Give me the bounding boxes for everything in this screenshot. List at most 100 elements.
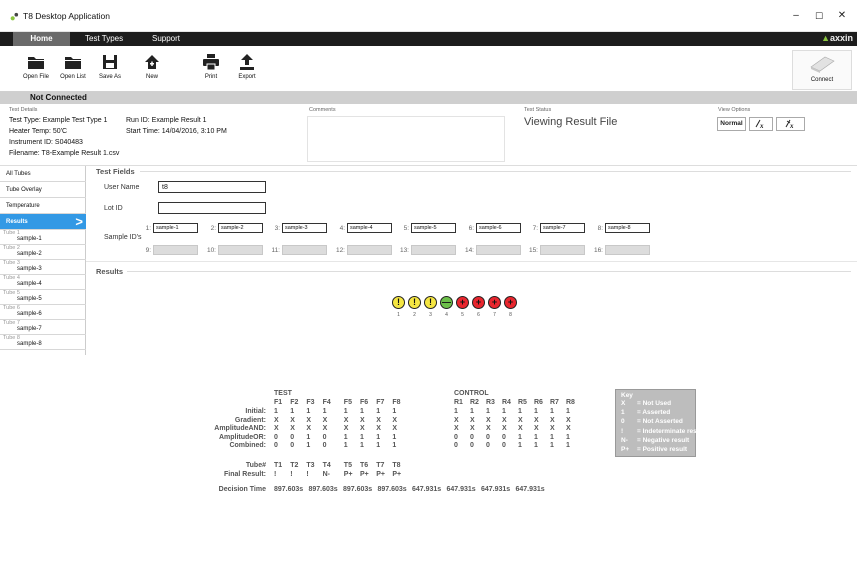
sample-id-13-input[interactable]	[411, 245, 456, 255]
key-symbol: 0	[621, 418, 625, 426]
start-time: Start Time: 14/04/2016, 3:10 PM	[126, 128, 227, 135]
f-cell: X	[392, 416, 398, 424]
tube-result-icon-1[interactable]: !	[392, 296, 405, 309]
key-description: = Not Asserted	[637, 418, 683, 426]
sidebar-item-temperature[interactable]: Temperature	[0, 198, 86, 214]
tube-result-icon-5[interactable]: +	[456, 296, 469, 309]
sidebar-tube-6[interactable]: Tube 6 sample-6	[0, 305, 86, 320]
key-description: = Negative result	[637, 436, 690, 444]
chevron-right-icon: >	[75, 214, 83, 229]
sample-id-num: 8:	[597, 225, 603, 232]
tab-home[interactable]: Home	[13, 32, 70, 46]
sidebar-tube-7[interactable]: Tube 7 sample-7	[0, 320, 86, 335]
f-cell: 0	[322, 433, 327, 441]
sample-id-12-input[interactable]	[347, 245, 392, 255]
sample-id-num: 9:	[145, 247, 151, 254]
tube-result-number: 6	[477, 312, 480, 318]
tube-result-icon-4[interactable]: —	[440, 296, 453, 309]
sample-id-2-input[interactable]: sample-2	[218, 223, 263, 233]
tube-result-icon-7[interactable]: +	[488, 296, 501, 309]
sample-id-5-input[interactable]: sample-5	[411, 223, 456, 233]
close-button[interactable]: ✕	[832, 8, 852, 24]
sidebar-tube-3[interactable]: Tube 3 sample-3	[0, 260, 86, 275]
user-name-input[interactable]	[158, 181, 266, 193]
maximize-button[interactable]: ☐	[809, 8, 829, 24]
key-symbol: 1	[621, 409, 625, 417]
sample-id-4-input[interactable]: sample-4	[347, 223, 392, 233]
sidebar-item-all-tubes[interactable]: All Tubes	[0, 166, 86, 182]
sidebar-tube-2[interactable]: Tube 2 sample-2	[0, 245, 86, 260]
sidebar-tube-5[interactable]: Tube 5 sample-5	[0, 290, 86, 305]
final-result-cell: N-	[322, 471, 330, 478]
tube-sample: sample-5	[17, 296, 42, 302]
view-derivative-button[interactable]: x	[749, 117, 773, 131]
f-column-header: F2	[290, 399, 299, 406]
r-cell: X	[550, 416, 555, 424]
f-cell: X	[343, 425, 349, 432]
sample-id-10-input[interactable]	[218, 245, 263, 255]
sample-id-num: 1:	[145, 225, 151, 232]
t-column-header: T7	[376, 462, 385, 469]
tube-result-number: 2	[413, 312, 416, 318]
tube-result-icon-8[interactable]: +	[504, 296, 517, 309]
minimize-button[interactable]: –	[786, 8, 806, 24]
lot-id-input[interactable]	[158, 202, 266, 214]
sidebar-tube-4[interactable]: Tube 4 sample-4	[0, 275, 86, 290]
f-cell: 0	[322, 442, 327, 449]
f-cell: X	[290, 416, 295, 424]
sidebar-item-results[interactable]: Results >	[0, 214, 86, 230]
app-icon	[10, 12, 19, 21]
print-button[interactable]: Print	[193, 50, 229, 90]
open-list-button[interactable]: Open List	[55, 50, 91, 90]
sample-id-16-input[interactable]	[605, 245, 650, 255]
r-cell: 0	[502, 442, 506, 449]
run-id: Run ID: Example Result 1	[126, 117, 207, 124]
sample-id-7-input[interactable]: sample-7	[540, 223, 585, 233]
tube-result-number: 3	[429, 312, 432, 318]
f-cell: 0	[290, 442, 295, 449]
tab-test-types[interactable]: Test Types	[75, 32, 133, 46]
tube-result-icon-3[interactable]: !	[424, 296, 437, 309]
sidebar-tube-8[interactable]: Tube 8 sample-8	[0, 335, 86, 350]
control-header: CONTROL	[454, 390, 489, 397]
sample-id-11-input[interactable]	[282, 245, 327, 255]
tube-result-icon-2[interactable]: !	[408, 296, 421, 309]
r-cell: 1	[518, 442, 522, 449]
view-second-derivative-button[interactable]: x	[776, 117, 805, 131]
f-cell: 1	[392, 408, 397, 415]
tube-result-icon-6[interactable]: +	[472, 296, 485, 309]
open-file-button[interactable]: Open File	[18, 50, 54, 90]
export-icon	[240, 54, 254, 70]
view-normal-button[interactable]: Normal	[717, 117, 746, 131]
sample-id-15-input[interactable]	[540, 245, 585, 255]
connect-button[interactable]: Connect	[792, 50, 852, 90]
sample-id-9-input[interactable]	[153, 245, 198, 255]
r-column-header: R1	[454, 399, 463, 406]
key-item: ! = Indeterminate result	[621, 428, 705, 435]
sample-id-14-input[interactable]	[476, 245, 521, 255]
f-cell: X	[392, 425, 398, 432]
sidebar-item-tube-overlay[interactable]: Tube Overlay	[0, 182, 86, 198]
sample-id-6-input[interactable]: sample-6	[476, 223, 521, 233]
decision-time-cell: 647.931s	[515, 486, 545, 493]
sample-id-1-input[interactable]: sample-1	[153, 223, 198, 233]
final-result-cell: !	[290, 471, 293, 478]
f-cell: 1	[360, 433, 364, 441]
f-cell: X	[376, 416, 381, 424]
final-result-cell: P+	[343, 471, 353, 478]
sidebar-tube-1[interactable]: Tube 1 sample-1	[0, 230, 86, 245]
sample-id-num: 14:	[464, 247, 474, 254]
f-cell: 0	[290, 433, 295, 441]
save-as-button[interactable]: Save As	[92, 50, 128, 90]
r-cell: X	[454, 425, 459, 432]
connection-status: Not Connected	[30, 93, 87, 102]
toolbar: Open File Open List Save As New Print Ex…	[0, 46, 857, 92]
comments-field[interactable]	[307, 116, 505, 162]
sample-id-3-input[interactable]: sample-3	[282, 223, 327, 233]
tab-support[interactable]: Support	[142, 32, 190, 46]
export-button[interactable]: Export	[229, 50, 265, 90]
new-button[interactable]: New	[134, 50, 170, 90]
f-cell: 1	[343, 442, 348, 449]
sample-id-8-input[interactable]: sample-8	[605, 223, 650, 233]
save-as-label: Save As	[98, 74, 121, 80]
